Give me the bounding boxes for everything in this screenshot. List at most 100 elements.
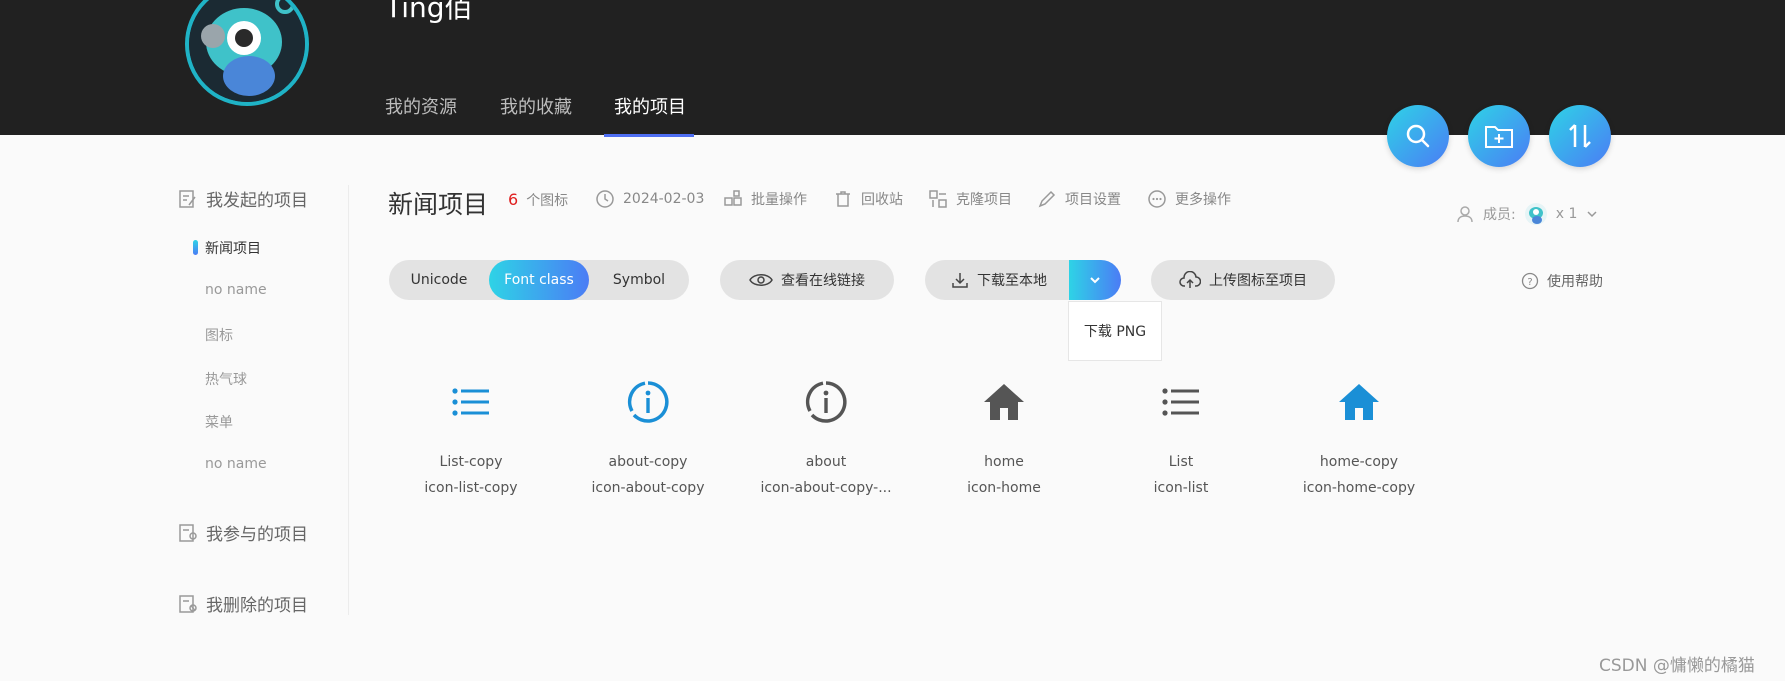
tab-my-resources[interactable]: 我的资源: [385, 93, 457, 119]
user-name: Ting佰: [385, 0, 473, 24]
sidebar-group-deleted[interactable]: 我删除的项目: [178, 591, 308, 616]
icon-class: icon-about-copy: [591, 480, 705, 496]
sidebar-item-balloon[interactable]: 热气球: [205, 369, 247, 389]
user-document-icon: [179, 523, 197, 542]
user-avatar[interactable]: [185, 0, 309, 106]
icon-name: List-copy: [439, 454, 503, 470]
sort-button[interactable]: [1549, 105, 1611, 167]
sidebar-item-noname-1[interactable]: no name: [205, 282, 267, 298]
folder-plus-icon: [1485, 126, 1513, 148]
sidebar-group-label: 我参与的项目: [206, 525, 308, 545]
clone-icon: [929, 190, 947, 208]
icon-class: icon-list-copy: [424, 480, 518, 496]
download-local-label: 下载至本地: [977, 273, 1047, 289]
watermark: CSDN @慵懒的橘猫: [1599, 656, 1755, 676]
help-link[interactable]: ? 使用帮助: [1521, 271, 1603, 291]
download-options-button[interactable]: [1069, 260, 1121, 300]
new-folder-button[interactable]: [1468, 105, 1530, 167]
more-operations-label: 更多操作: [1175, 192, 1231, 208]
icon-card-about[interactable]: about icon-about-copy-...: [746, 380, 906, 496]
icon-count-unit: 个图标: [526, 193, 569, 209]
search-button[interactable]: [1387, 105, 1449, 167]
icon-count-number: 6: [508, 190, 519, 209]
batch-operation-label: 批量操作: [751, 192, 807, 208]
search-icon: [1406, 124, 1430, 148]
mascot-icon: [189, 0, 305, 102]
project-settings-button[interactable]: 项目设置: [1037, 189, 1121, 209]
batch-icon: [724, 190, 742, 206]
project-date: 2024-02-03: [595, 189, 704, 209]
icon-card-list-copy[interactable]: List-copy icon-list-copy: [391, 380, 551, 496]
more-operations-button[interactable]: 更多操作: [1147, 189, 1231, 209]
chevron-down-icon: [1090, 277, 1100, 284]
sidebar-item-news[interactable]: 新闻项目: [205, 238, 261, 258]
pencil-icon: [1038, 190, 1056, 208]
info-icon: [627, 381, 669, 423]
mode-symbol[interactable]: Symbol: [589, 260, 689, 300]
project-settings-label: 项目设置: [1065, 192, 1121, 208]
deleted-document-icon: [179, 594, 197, 613]
clone-project-button[interactable]: 克隆项目: [928, 189, 1012, 209]
svg-text:?: ?: [1527, 277, 1532, 288]
icon-name: home: [984, 454, 1024, 470]
home-icon: [984, 384, 1024, 420]
view-online-link-label: 查看在线链接: [781, 273, 865, 289]
icon-card-list[interactable]: List icon-list: [1101, 380, 1261, 496]
sidebar-item-menu[interactable]: 菜单: [205, 412, 233, 432]
active-tab-indicator: [604, 134, 694, 137]
icon-name: about: [805, 454, 847, 470]
chevron-down-icon: [1587, 211, 1597, 218]
icon-name: List: [1168, 454, 1194, 470]
list-icon: [1162, 388, 1199, 416]
trash-icon: [836, 191, 850, 207]
project-date-text: 2024-02-03: [623, 191, 705, 207]
sidebar-item-icons[interactable]: 图标: [205, 325, 233, 345]
upload-icons-button[interactable]: 上传图标至项目: [1151, 260, 1335, 300]
icon-class: icon-home-copy: [1302, 480, 1416, 496]
more-dots-icon: [1148, 190, 1166, 208]
mode-unicode[interactable]: Unicode: [389, 260, 489, 300]
sidebar-group-started[interactable]: 我发起的项目: [178, 186, 308, 211]
sidebar-item-noname-2[interactable]: no name: [205, 456, 267, 472]
icon-card-about-copy[interactable]: about-copy icon-about-copy: [568, 380, 728, 496]
icon-class: icon-list: [1153, 480, 1209, 496]
icon-name: about-copy: [608, 454, 688, 470]
info-icon: [805, 381, 847, 423]
mode-font-class[interactable]: Font class: [489, 260, 589, 300]
active-item-marker: [193, 240, 198, 255]
members-selector[interactable]: 成员: x 1: [1455, 202, 1599, 226]
icon-count: 6 个图标: [508, 190, 568, 210]
batch-operation-button[interactable]: 批量操作: [723, 189, 807, 209]
code-mode-switch: Unicode Font class Symbol: [389, 260, 689, 300]
eye-icon: [749, 274, 773, 286]
question-icon: ?: [1521, 272, 1539, 290]
sort-arrows-icon: [1569, 124, 1591, 148]
project-title: 新闻项目: [388, 190, 489, 219]
members-count: x 1: [1555, 206, 1578, 222]
sidebar-group-label: 我删除的项目: [206, 596, 308, 616]
sidebar-divider: [348, 185, 349, 615]
upload-icons-label: 上传图标至项目: [1209, 273, 1307, 289]
member-avatar-icon: [1524, 203, 1547, 225]
cloud-upload-icon: [1179, 271, 1201, 288]
icon-card-home-copy[interactable]: home-copy icon-home-copy: [1279, 380, 1439, 496]
home-icon: [1339, 384, 1379, 420]
download-icon: [952, 273, 968, 288]
recycle-bin-label: 回收站: [861, 192, 903, 208]
download-png-option[interactable]: 下载 PNG: [1068, 301, 1162, 361]
clock-icon: [596, 190, 614, 208]
help-label: 使用帮助: [1547, 274, 1603, 290]
icon-name: home-copy: [1319, 454, 1399, 470]
sidebar-group-joined[interactable]: 我参与的项目: [178, 520, 308, 545]
members-label: 成员:: [1483, 207, 1516, 223]
tab-my-favorites[interactable]: 我的收藏: [500, 93, 572, 119]
recycle-bin-button[interactable]: 回收站: [833, 189, 903, 209]
user-icon: [1457, 206, 1473, 223]
sidebar-group-label: 我发起的项目: [206, 191, 308, 211]
icon-card-home[interactable]: home icon-home: [924, 380, 1084, 496]
view-online-link-button[interactable]: 查看在线链接: [720, 260, 894, 300]
icon-class: icon-home: [967, 480, 1041, 496]
edit-document-icon: [179, 189, 196, 208]
clone-project-label: 克隆项目: [956, 192, 1012, 208]
tab-my-projects[interactable]: 我的项目: [614, 93, 686, 119]
